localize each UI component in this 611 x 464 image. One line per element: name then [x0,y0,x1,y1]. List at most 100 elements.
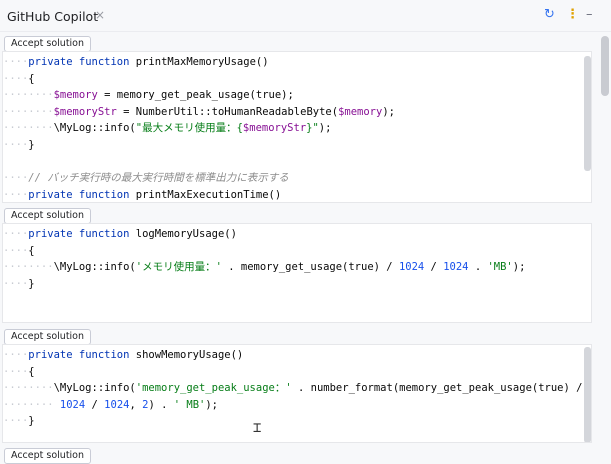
indent-guide: ···· [3,172,29,185]
code-line: ····// バッチ実行時の最大実行時間を標準出力に表示する [3,170,289,186]
code-token: $memory [338,105,383,118]
code-token: 1024 [59,398,86,411]
solution-code-panel[interactable]: ····private function printMaxMemoryUsage… [2,51,592,203]
code-token: { [28,72,35,85]
tab-title[interactable]: GitHub Copilot [7,9,98,24]
text-cursor-icon: ⌶ [253,420,262,436]
code-token: 'メモリ使用量：' [135,261,222,274]
code-token: 1024 [443,261,469,274]
code-token: } [28,415,35,428]
code-token: } [28,139,35,151]
code-token: private [28,56,79,68]
code-token: ) . [148,398,174,411]
accept-solution-button[interactable]: Accept solution [4,329,92,345]
indent-guide: ···· [3,228,29,240]
accept-solution-button[interactable]: Accept solution [4,36,92,52]
code-token: ); [512,261,526,274]
code-token: / [85,398,105,411]
panel-scrollbar[interactable] [584,56,591,171]
indent-guide: ········ [3,261,54,274]
indent-guide: ········ [3,122,54,135]
solution-code-panel[interactable]: ····private function showMemoryUsage() ··… [2,344,592,443]
code-line: ····{ [3,243,35,259]
code-token: 1024 [104,398,130,411]
code-token: \MyLog::info( [53,382,136,395]
code-token: logMemoryUsage() [135,228,237,240]
code-token: . memory_get_usage(true) / [221,261,399,274]
indent-guide: ········ [3,89,54,102]
indent-guide: ···· [3,72,29,85]
code-token: 'MB' [487,261,513,274]
indent-guide: ···· [3,188,29,201]
close-icon[interactable]: × [95,8,105,22]
solution-code-panel[interactable]: ····private function logMemoryUsage() ···… [2,223,592,323]
code-token: showMemoryUsage() [135,349,244,361]
code-token: $memoryStr [242,122,307,135]
code-token: \MyLog::info( [53,122,136,135]
more-vertical-icon[interactable]: ⋮ [566,8,579,22]
code-line: ····private function logMemoryUsage() [3,226,237,242]
code-token: \MyLog::info( [53,261,136,274]
code-line: ····} [3,413,35,429]
code-token: . [468,261,488,274]
code-token: { [28,244,35,257]
code-line: ····{ [3,71,35,87]
code-token: $memory [53,89,98,102]
code-token: private [28,228,79,240]
code-token: = NumberUtil::toHumanReadableByte( [116,105,339,118]
code-token: { [28,365,35,378]
code-token: }" [306,122,319,135]
code-token: $memoryStr [53,105,117,118]
indent-guide: ···· [3,365,29,378]
code-token: "最大メモリ使用量：{ [135,122,243,135]
code-token: ); [382,105,395,118]
code-token: private [28,349,79,361]
panel-scrollbar[interactable] [584,347,591,442]
code-line: ····private function showMemoryUsage() [3,347,243,363]
code-token: ); [205,398,219,411]
code-token: / [424,261,444,274]
code-token: private [28,188,79,201]
code-line: ········ 1024 / 1024, 2) . ' MB'); [3,397,218,413]
code-token: printMaxMemoryUsage() [135,56,269,68]
code-token: ' MB' [173,398,206,411]
accept-solution-button[interactable]: Accept solution [4,448,92,464]
refresh-icon[interactable]: ↻ [544,8,555,22]
code-line: ····} [3,137,35,153]
window-scrollbar[interactable] [601,36,609,96]
indent-guide: ···· [3,349,29,361]
code-line: ····{ [3,364,35,380]
code-line: ········$memory = memory_get_peak_usage(… [3,87,294,103]
code-token: function [78,56,136,68]
code-line: ········\MyLog::info("最大メモリ使用量：{$memoryS… [3,120,331,136]
accept-solution-button[interactable]: Accept solution [4,208,92,224]
indent-guide: ········ [3,105,54,118]
code-line: ········\MyLog::info('memory_get_peak_us… [3,380,582,396]
code-token: printMaxExecutionTime() [135,188,282,201]
code-token: function [78,188,136,201]
code-token: = memory_get_peak_usage(true); [97,89,294,102]
code-token: 1024 [398,261,425,274]
code-line: ····private function printMaxExecutionTi… [3,187,282,202]
indent-guide: ···· [3,56,29,68]
code-token: . number_format(memory_get_peak_usage(tr… [291,382,583,395]
indent-guide: ········ [3,382,54,395]
code-token: ); [318,122,332,135]
indent-guide: ···· [3,139,29,151]
indent-guide: ···· [3,244,29,257]
code-line: ····} [3,276,35,292]
code-token: , [129,398,143,411]
code-token: function [78,228,136,240]
code-line: ····private function printMaxMemoryUsage… [3,54,269,70]
code-token: function [78,349,136,361]
code-token: // バッチ実行時の最大実行時間を標準出力に表示する [28,172,289,185]
toolwindow-header: GitHub Copilot × ↻ ⋮ – [0,0,611,32]
code-token: 'memory_get_peak_usage：' [135,382,292,395]
minimize-icon[interactable]: – [586,8,593,22]
indent-guide: ···· [3,277,29,290]
code-token: } [28,277,35,290]
code-line: ········$memoryStr = NumberUtil::toHuman… [3,104,395,120]
indent-guide: ········ [3,398,54,411]
indent-guide: ···· [3,415,29,428]
code-line: ········\MyLog::info('メモリ使用量：' . memory_… [3,259,525,275]
